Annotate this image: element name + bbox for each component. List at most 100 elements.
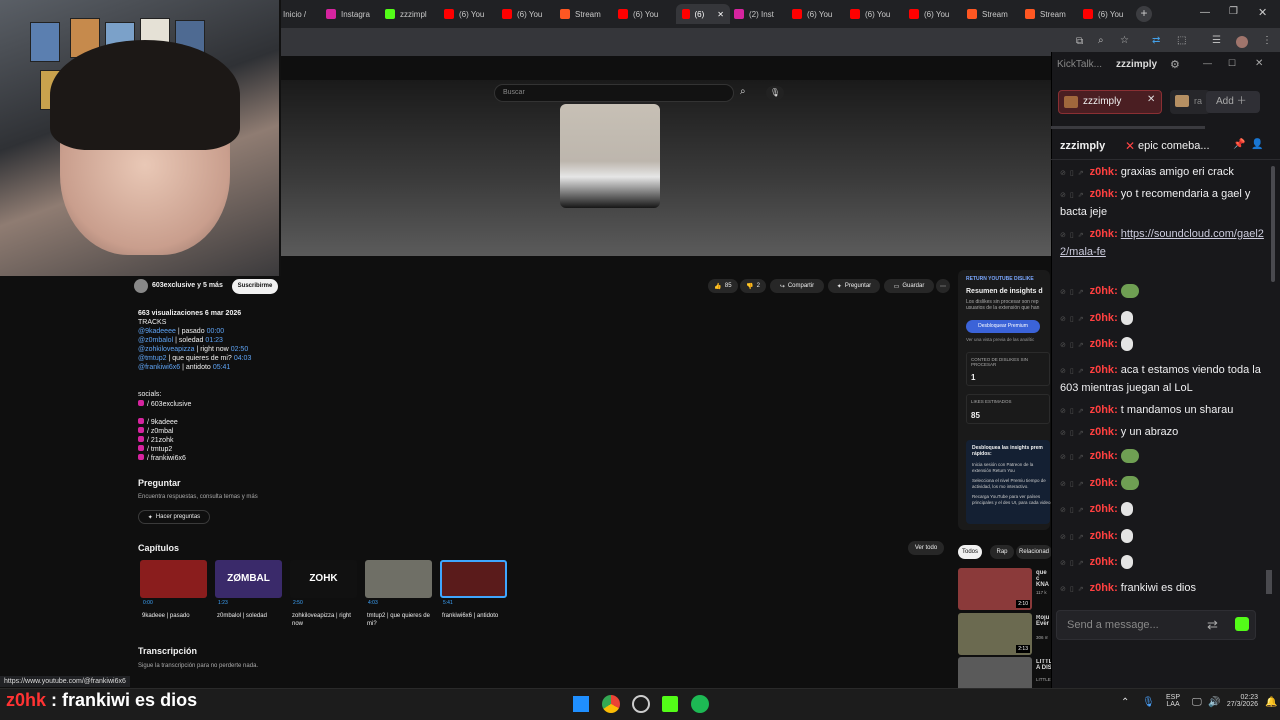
chat-username[interactable]: z0hk — [1090, 404, 1114, 416]
zoom-icon[interactable]: ⌕ — [1098, 35, 1104, 46]
new-tab-button[interactable]: + — [1136, 6, 1152, 22]
close-tab-icon[interactable]: ✕ — [717, 10, 724, 19]
browser-tab[interactable]: (6) You — [502, 4, 554, 24]
like-button[interactable]: 👍 85 — [708, 279, 738, 293]
filter-chip[interactable]: Rap — [990, 545, 1014, 559]
message-actions-icon[interactable]: ⊘▯⇗ — [1060, 363, 1088, 380]
chat-message[interactable]: ⊘▯⇗ z0hk: y un abrazo — [1060, 424, 1270, 442]
browser-tab[interactable]: (6) You — [909, 4, 961, 24]
browser-tab[interactable]: Stream — [560, 4, 612, 24]
chapter-thumbnail[interactable] — [365, 560, 432, 598]
social-link[interactable]: / 21zohk — [138, 436, 191, 445]
social-link[interactable]: / z0mbal — [138, 427, 191, 436]
message-actions-icon[interactable]: ⊘▯⇗ — [1060, 165, 1088, 182]
spotify-icon[interactable] — [691, 695, 709, 713]
chapter-title[interactable]: 9kadeee | pasado — [142, 612, 208, 620]
menu-kebab-icon[interactable]: ⋮ — [1262, 35, 1272, 46]
social-link[interactable]: / frankiwi6x6 — [138, 454, 191, 463]
channel-tab-zzzimply[interactable]: zzzimply ✕ — [1058, 90, 1162, 114]
chat-message[interactable]: ⊘▯⇗ z0hk: t mandamos un sharau — [1060, 402, 1270, 420]
recommendation-thumbnail[interactable]: 2:13 — [958, 613, 1032, 655]
message-actions-icon[interactable]: ⊘▯⇗ — [1060, 187, 1088, 204]
volume-icon[interactable]: 🔊 — [1208, 697, 1220, 708]
browser-tab[interactable]: Stream — [967, 4, 1019, 24]
recommendation-thumbnail[interactable]: 2:10 — [958, 568, 1032, 610]
channel-name[interactable]: 603exclusive y 5 más — [152, 282, 223, 289]
obs-icon[interactable] — [632, 695, 650, 713]
chat-username[interactable]: z0hk — [1090, 426, 1114, 438]
settings-gear-icon[interactable]: ⚙ — [1170, 58, 1180, 71]
chat-username[interactable]: z0hk — [1090, 312, 1114, 324]
chat-message[interactable]: ⊘▯⇗ z0hk: graxias amigo eri crack — [1060, 164, 1270, 182]
search-icon[interactable]: ⌕ — [740, 86, 746, 97]
message-actions-icon[interactable]: ⊘▯⇗ — [1060, 227, 1088, 244]
message-actions-icon[interactable]: ⊘▯⇗ — [1060, 403, 1088, 420]
minimize-icon[interactable]: — — [1200, 7, 1210, 18]
track-user-link[interactable]: @tmtup2 — [138, 355, 167, 362]
browser-tab[interactable]: Stream — [1025, 4, 1077, 24]
chapter-thumbnail[interactable] — [140, 560, 207, 598]
browser-tab[interactable]: (6) You — [1083, 4, 1135, 24]
message-actions-icon[interactable]: ⊘▯⇗ — [1060, 449, 1088, 466]
chat-message[interactable]: ⊘▯⇗ z0hk: — [1060, 310, 1270, 328]
unlock-premium-button[interactable]: Desbloquear Premium — [966, 320, 1040, 333]
track-user-link[interactable]: @9kadeeee — [138, 328, 176, 335]
filter-chip[interactable]: Todos — [958, 545, 982, 559]
chapter-title[interactable]: zohkiloveapizza | right now — [292, 612, 358, 628]
chat-username[interactable]: z0hk — [1090, 450, 1114, 462]
language-indicator[interactable]: ESP LAA — [1166, 694, 1180, 708]
chat-username[interactable]: z0hk — [1090, 188, 1114, 200]
youtube-search-input[interactable]: Buscar — [494, 84, 734, 102]
kicktalk-maximize-icon[interactable]: ☐ — [1228, 58, 1236, 69]
track-user-link[interactable]: @z0mbalol — [138, 337, 173, 344]
track-timestamp-link[interactable]: 00:00 — [207, 328, 225, 335]
track-user-link[interactable]: @zohkiloveapizza — [138, 346, 195, 353]
browser-tab[interactable]: zzzimpl — [385, 4, 437, 24]
bookmark-star-icon[interactable]: ☆ — [1120, 35, 1129, 46]
save-button[interactable]: ▭ Guardar — [884, 279, 934, 293]
chapter-thumbnail[interactable]: ZØMBAL — [215, 560, 282, 598]
close-tab-icon[interactable]: ✕ — [1147, 94, 1155, 105]
kicktalk-minimize-icon[interactable]: — — [1203, 58, 1212, 68]
message-actions-icon[interactable]: ⊘▯⇗ — [1060, 502, 1088, 519]
chat-username[interactable]: z0hk — [1090, 530, 1114, 542]
browser-tab[interactable]: (2) Inst — [734, 4, 786, 24]
message-actions-icon[interactable]: ⊘▯⇗ — [1060, 425, 1088, 442]
profile-avatar[interactable] — [1236, 36, 1248, 48]
message-actions-icon[interactable]: ⊘▯⇗ — [1060, 529, 1088, 546]
chat-username[interactable]: z0hk — [1090, 228, 1114, 240]
channel-tab-second[interactable]: ra — [1170, 90, 1210, 114]
chat-message[interactable]: ⊘▯⇗ z0hk: aca t estamos viendo toda la 60… — [1060, 362, 1270, 397]
browser-tab[interactable]: Instagra — [326, 4, 378, 24]
chat-scroll-thumb[interactable] — [1266, 570, 1272, 594]
filter-chip[interactable]: Relacionad — [1016, 545, 1052, 559]
recommendation-title[interactable]: que c KNA — [1036, 570, 1050, 588]
chat-username[interactable]: z0hk — [1090, 166, 1114, 178]
chat-message[interactable]: ⊘▯⇗ z0hk: — [1060, 336, 1270, 354]
browser-tab[interactable]: (6) You — [850, 4, 902, 24]
add-channel-button[interactable]: Add ＋ — [1206, 91, 1260, 113]
pinned-message[interactable]: zzzimply ✕ epic comeba... 📌 👤 — [1051, 134, 1280, 160]
recommendation-title[interactable]: Roju Ever — [1036, 615, 1050, 627]
maximize-icon[interactable]: ❐ — [1229, 6, 1238, 17]
pin-icon[interactable]: 📌 — [1233, 139, 1245, 150]
chat-username[interactable]: z0hk — [1090, 582, 1114, 594]
chat-message[interactable]: ⊘▯⇗ z0hk: — [1060, 501, 1270, 519]
tab-scrollbar[interactable] — [1051, 126, 1205, 129]
social-link[interactable]: / 9kadeee — [138, 418, 191, 427]
emote-picker-icon[interactable] — [1235, 617, 1249, 631]
kick-icon[interactable] — [662, 696, 678, 712]
chat-username[interactable]: z0hk — [1090, 556, 1114, 568]
track-timestamp-link[interactable]: 01:23 — [205, 337, 223, 344]
chat-message[interactable]: ⊘▯⇗ z0hk: https://soundcloud.com/gael22/m… — [1060, 226, 1270, 261]
chat-scrollbar[interactable] — [1271, 166, 1275, 282]
ask-button[interactable]: ✦ Preguntar — [828, 279, 880, 293]
track-timestamp-link[interactable]: 05:41 — [213, 364, 231, 371]
close-window-icon[interactable]: ✕ — [1258, 6, 1267, 19]
message-actions-icon[interactable]: ⊘▯⇗ — [1060, 476, 1088, 493]
windows-start-icon[interactable] — [573, 696, 589, 712]
send-message-input[interactable]: Send a message... ⇄ — [1056, 610, 1256, 640]
chapter-thumbnail[interactable] — [440, 560, 507, 598]
video-player[interactable] — [281, 80, 1051, 256]
social-link[interactable]: / 603exclusive — [138, 400, 191, 409]
